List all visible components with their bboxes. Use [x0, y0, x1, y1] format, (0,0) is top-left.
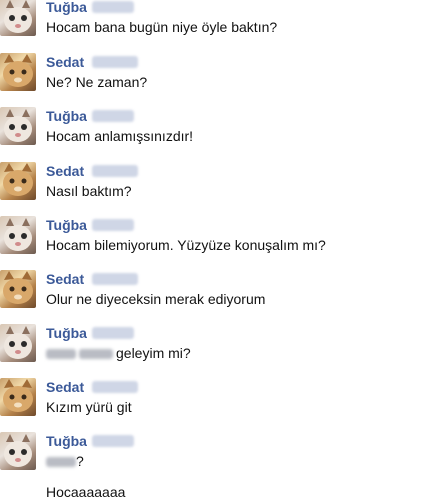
- redacted-surname: [92, 435, 134, 447]
- cat-orange-icon[interactable]: [0, 270, 36, 308]
- chat-transcript: Tuğba Hocam bana bugün niye öyle baktın?…: [0, 0, 426, 500]
- redacted-surname: [92, 219, 134, 231]
- message-text-continuation: Hocaaaaaaa: [46, 484, 126, 500]
- message-row: Sedat Nasıl baktım?: [0, 162, 426, 218]
- message-text: Hocam anlamışsınızdır!: [46, 128, 194, 144]
- message-text: Ne? Ne zaman?: [46, 74, 148, 90]
- cat-calico-icon[interactable]: [0, 216, 36, 254]
- message-text-row: ?: [46, 453, 84, 469]
- redacted-surname: [92, 110, 134, 122]
- redacted-surname: [92, 56, 138, 68]
- message-text: Nasıl baktım?: [46, 183, 132, 199]
- message-text: Hocam bilemiyorum. Yüzyüze konuşalım mı?: [46, 237, 326, 253]
- sender-name[interactable]: Tuğba: [46, 109, 87, 123]
- cat-calico-icon[interactable]: [0, 107, 36, 145]
- message-row: Sedat Ne? Ne zaman?: [0, 53, 426, 109]
- cat-orange-icon[interactable]: [0, 378, 36, 416]
- message-text: Hocam bana bugün niye öyle baktın?: [46, 19, 278, 35]
- sender-name[interactable]: Tuğba: [46, 218, 87, 232]
- message-text: Olur ne diyeceksin merak ediyorum: [46, 291, 266, 307]
- redacted-word: [46, 349, 76, 360]
- cat-calico-icon[interactable]: [0, 0, 36, 36]
- cat-calico-icon[interactable]: [0, 324, 36, 362]
- message-row: Tuğba Hocam bilemiyorum. Yüzyüze konuşal…: [0, 216, 426, 272]
- sender-name[interactable]: Tuğba: [46, 0, 87, 14]
- redacted-word: [79, 349, 113, 360]
- sender-name[interactable]: Sedat: [46, 164, 84, 178]
- sender-name[interactable]: Sedat: [46, 55, 84, 69]
- message-row: Tuğba Hocam anlamışsınızdır!: [0, 107, 426, 163]
- redacted-word: [46, 457, 76, 468]
- redacted-surname: [92, 1, 134, 13]
- message-text: Kızım yürü git: [46, 399, 132, 415]
- redacted-surname: [92, 165, 138, 177]
- sender-name[interactable]: Tuğba: [46, 326, 87, 340]
- message-row: Tuğba geleyim mi?: [0, 324, 426, 380]
- redacted-surname: [92, 327, 134, 339]
- sender-name[interactable]: Sedat: [46, 380, 84, 394]
- message-row: Sedat Kızım yürü git: [0, 378, 426, 434]
- message-text: ?: [76, 453, 84, 469]
- sender-name[interactable]: Sedat: [46, 272, 84, 286]
- message-row: Sedat Olur ne diyeceksin merak ediyorum: [0, 270, 426, 326]
- redacted-surname: [92, 273, 138, 285]
- redacted-surname: [92, 381, 138, 393]
- message-text: geleyim mi?: [116, 345, 191, 361]
- cat-orange-icon[interactable]: [0, 53, 36, 91]
- cat-orange-icon[interactable]: [0, 162, 36, 200]
- message-row: Tuğba Hocam bana bugün niye öyle baktın?: [0, 0, 426, 54]
- cat-calico-icon[interactable]: [0, 432, 36, 470]
- message-row: Tuğba ?: [0, 432, 426, 488]
- message-text-row: geleyim mi?: [46, 345, 191, 361]
- sender-name[interactable]: Tuğba: [46, 434, 87, 448]
